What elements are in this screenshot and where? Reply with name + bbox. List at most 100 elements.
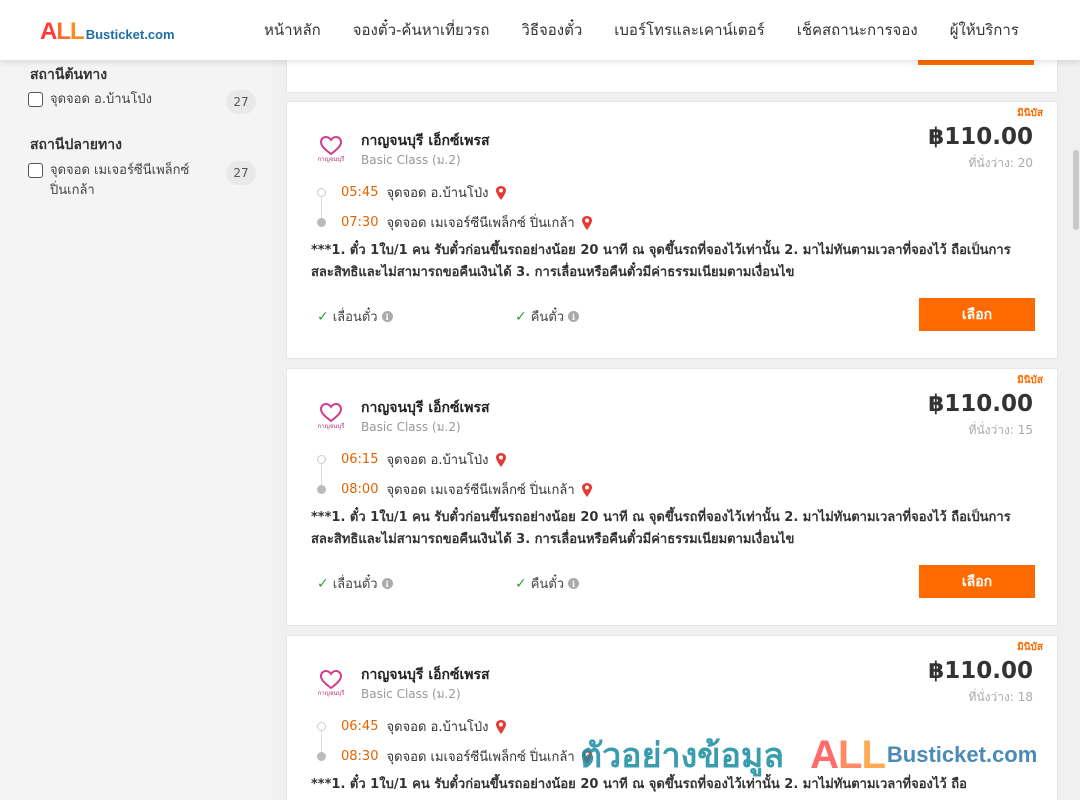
logo-domain-text: Busticket.com [85,27,175,42]
seats-available: ที่นั่งว่าง: 18 [969,688,1033,707]
seats-label: ที่นั่งว่าง: [968,156,1014,170]
dest-filter-title: สถานีปลายทาง [30,137,122,153]
depart-stop-name: จุดจอด อ.บ้านโป่ง [386,453,489,468]
map-pin-icon[interactable] [581,215,593,231]
origin-filter-option[interactable]: จุดจอด อ.บ้านโป่ง 27 [28,90,256,114]
depart-dot-icon [317,455,326,464]
arrive-dot-icon [317,485,326,494]
depart-dot-icon [317,722,326,731]
check-icon: ✓ [317,575,329,592]
depart-stop: 05:45 จุดจอด อ.บ้านโป่ง [341,182,507,203]
depart-stop-name: จุดจอด อ.บ้านโป่ง [386,186,489,201]
arrive-dot-icon [317,218,326,227]
check-icon: ✓ [515,308,527,325]
refund-label: คืนตั๋ว [530,577,565,592]
trip-price: ฿110.00 [928,658,1033,684]
site-logo[interactable]: ALL Busticket.com [40,18,175,46]
trip-conditions-note: ***1. ตั๋ว 1ใบ/1 คน รับตั๋วก่อนขึ้นรถอย่… [311,243,1011,280]
refund-option[interactable]: ✓ คืนตั๋ว i [515,573,580,594]
depart-stop: 06:15 จุดจอด อ.บ้านโป่ง [341,449,507,470]
trip-card: มินิบัส กาญจนบุรี กาญจนบุรี เอ็กซ์เพรส B… [286,368,1058,626]
reschedule-label: เลื่อนตั๋ว [332,577,378,592]
trip-conditions-note: ***1. ตั๋ว 1ใบ/1 คน รับตั๋วก่อนขึ้นรถอย่… [311,510,1011,547]
reschedule-option[interactable]: ✓ เลื่อนตั๋ว i [317,573,393,594]
arrive-stop: 07:30 จุดจอด เมเจอร์ซีนีเพล็กซ์ ปิ่นเกล้… [341,212,593,233]
operator-name: กาญจนบุรี เอ็กซ์เพรส [361,667,490,683]
seats-label: ที่นั่งว่าง: [968,423,1014,437]
arrive-time: 08:30 [341,749,379,764]
arrive-stop: 08:30 จุดจอด เมเจอร์ซีนีเพล็กซ์ ปิ่นเกล้… [341,746,593,767]
nav-how-to-book[interactable]: วิธีจองตั๋ว [505,18,598,42]
heart-logo-icon [319,136,343,156]
info-icon[interactable]: i [381,578,393,589]
check-icon: ✓ [515,575,527,592]
operator-logo-text: กาญจนบุรี [317,423,345,430]
info-icon[interactable]: i [568,311,580,322]
vehicle-type-badge: มินิบัส [1017,375,1043,386]
map-pin-icon[interactable] [495,452,507,468]
operator-logo: กาญจนบุรี [311,397,351,437]
depart-time: 05:45 [341,185,379,200]
bus-class: Basic Class (ม.2) [361,420,461,434]
scrollbar-thumb[interactable] [1073,150,1079,230]
map-pin-icon[interactable] [581,749,593,765]
seats-count: 15 [1017,423,1033,437]
info-icon[interactable]: i [381,311,393,322]
vehicle-type-badge: มินิบัส [1017,108,1043,119]
nav-check-booking[interactable]: เช็คสถานะการจอง [781,18,934,42]
dest-count-badge: 27 [226,161,256,185]
arrive-stop-name: จุดจอด เมเจอร์ซีนีเพล็กซ์ ปิ่นเกล้า [386,483,575,498]
reschedule-label: เลื่อนตั๋ว [332,310,378,325]
map-pin-icon[interactable] [581,482,593,498]
nav-operators[interactable]: ผู้ให้บริการ [934,18,1035,42]
seats-label: ที่นั่งว่าง: [968,690,1014,704]
main-nav: หน้าหลัก จองตั๋ว-ค้นหาเที่ยวรถ วิธีจองตั… [248,0,1035,60]
select-trip-button[interactable]: เลือก [919,565,1035,598]
trip-card: มินิบัส กาญจนบุรี กาญจนบุรี เอ็กซ์เพรส B… [286,635,1058,800]
origin-filter-title: สถานีต้นทาง [30,67,108,83]
trip-card: มินิบัส กาญจนบุรี กาญจนบุรี เอ็กซ์เพรส B… [286,101,1058,359]
reschedule-option[interactable]: ✓ เลื่อนตั๋ว i [317,306,393,327]
page-scrollbar[interactable] [1072,60,1080,800]
trip-price: ฿110.00 [928,124,1033,150]
operator-logo-text: กาญจนบุรี [317,690,345,697]
seats-count: 18 [1017,690,1033,704]
depart-dot-icon [317,188,326,197]
vehicle-type-badge: มินิบัส [1017,642,1043,653]
arrive-time: 07:30 [341,215,379,230]
origin-filter-label: จุดจอด อ.บ้านโป่ง [50,92,153,107]
operator-logo-text: กาญจนบุรี [317,156,345,163]
nav-book-search[interactable]: จองตั๋ว-ค้นหาเที่ยวรถ [337,18,506,42]
info-icon[interactable]: i [568,578,580,589]
operator-name: กาญจนบุรี เอ็กซ์เพรส [361,133,490,149]
logo-all-text: ALL [40,18,85,45]
bus-class: Basic Class (ม.2) [361,153,461,167]
depart-stop: 06:45 จุดจอด อ.บ้านโป่ง [341,716,507,737]
map-pin-icon[interactable] [495,719,507,735]
arrive-stop-name: จุดจอด เมเจอร์ซีนีเพล็กซ์ ปิ่นเกล้า [386,750,575,765]
nav-home[interactable]: หน้าหลัก [248,18,337,42]
previous-select-button[interactable] [918,60,1034,65]
dest-checkbox[interactable] [28,163,43,178]
arrive-stop-name: จุดจอด เมเจอร์ซีนีเพล็กซ์ ปิ่นเกล้า [386,216,575,231]
arrive-dot-icon [317,752,326,761]
seats-count: 20 [1017,156,1033,170]
operator-logo: กาญจนบุรี [311,664,351,704]
site-header: ALL Busticket.com หน้าหลัก จองตั๋ว-ค้นหา… [0,0,1080,60]
depart-time: 06:45 [341,719,379,734]
heart-logo-icon [319,670,343,690]
depart-stop-name: จุดจอด อ.บ้านโป่ง [386,720,489,735]
dest-filter-option[interactable]: จุดจอด เมเจอร์ซีนีเพล็กซ์ ปิ่นเกล้า 27 [28,161,256,201]
seats-available: ที่นั่งว่าง: 15 [969,421,1033,440]
select-trip-button[interactable]: เลือก [919,298,1035,331]
check-icon: ✓ [317,308,329,325]
map-pin-icon[interactable] [495,185,507,201]
heart-logo-icon [319,403,343,423]
operator-name: กาญจนบุรี เอ็กซ์เพรส [361,400,490,416]
trip-price: ฿110.00 [928,391,1033,417]
depart-time: 06:15 [341,452,379,467]
origin-checkbox[interactable] [28,92,43,107]
nav-phone-counters[interactable]: เบอร์โทรและเคาน์เตอร์ [598,18,780,42]
dest-filter-label: จุดจอด เมเจอร์ซีนีเพล็กซ์ ปิ่นเกล้า [50,163,190,198]
refund-option[interactable]: ✓ คืนตั๋ว i [515,306,580,327]
